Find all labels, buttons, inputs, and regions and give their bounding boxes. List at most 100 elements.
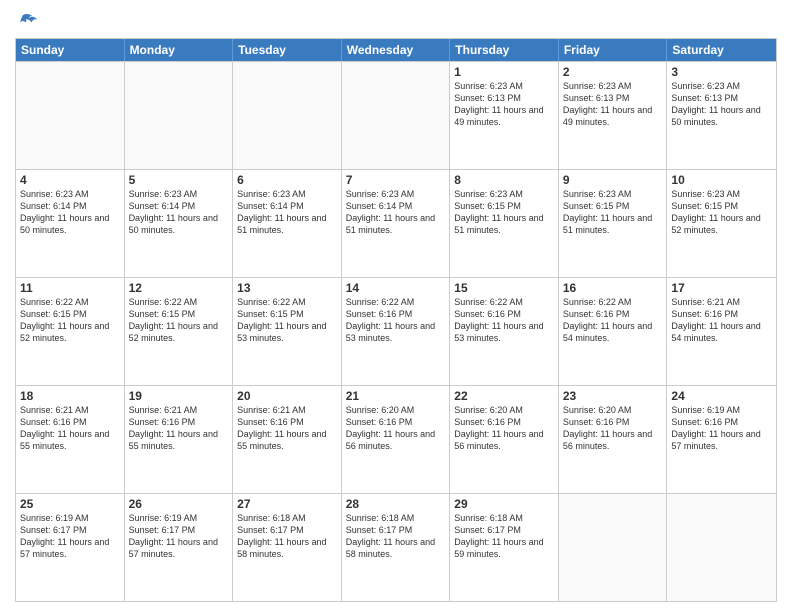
day-number: 20 [237,389,337,403]
calendar-cell: 23Sunrise: 6:20 AMSunset: 6:16 PMDayligh… [559,386,668,493]
calendar-cell: 15Sunrise: 6:22 AMSunset: 6:16 PMDayligh… [450,278,559,385]
cell-info: Sunrise: 6:23 AMSunset: 6:13 PMDaylight:… [454,80,554,129]
calendar-cell [342,62,451,169]
cell-info: Sunrise: 6:21 AMSunset: 6:16 PMDaylight:… [20,404,120,453]
cell-info: Sunrise: 6:23 AMSunset: 6:14 PMDaylight:… [20,188,120,237]
calendar-cell: 5Sunrise: 6:23 AMSunset: 6:14 PMDaylight… [125,170,234,277]
cell-info: Sunrise: 6:23 AMSunset: 6:14 PMDaylight:… [237,188,337,237]
cell-info: Sunrise: 6:22 AMSunset: 6:16 PMDaylight:… [454,296,554,345]
day-number: 26 [129,497,229,511]
day-number: 5 [129,173,229,187]
cell-info: Sunrise: 6:20 AMSunset: 6:16 PMDaylight:… [454,404,554,453]
calendar-cell [559,494,668,601]
day-number: 4 [20,173,120,187]
header [15,10,777,32]
calendar-cell: 14Sunrise: 6:22 AMSunset: 6:16 PMDayligh… [342,278,451,385]
calendar-row: 1Sunrise: 6:23 AMSunset: 6:13 PMDaylight… [16,61,776,169]
cell-info: Sunrise: 6:21 AMSunset: 6:16 PMDaylight:… [671,296,772,345]
day-number: 8 [454,173,554,187]
logo [15,14,39,32]
calendar-cell: 25Sunrise: 6:19 AMSunset: 6:17 PMDayligh… [16,494,125,601]
calendar-cell: 11Sunrise: 6:22 AMSunset: 6:15 PMDayligh… [16,278,125,385]
cell-info: Sunrise: 6:22 AMSunset: 6:15 PMDaylight:… [20,296,120,345]
cell-info: Sunrise: 6:19 AMSunset: 6:17 PMDaylight:… [129,512,229,561]
day-header-monday: Monday [125,39,234,61]
cell-info: Sunrise: 6:23 AMSunset: 6:13 PMDaylight:… [671,80,772,129]
calendar-header: SundayMondayTuesdayWednesdayThursdayFrid… [16,39,776,61]
calendar-cell: 27Sunrise: 6:18 AMSunset: 6:17 PMDayligh… [233,494,342,601]
day-number: 28 [346,497,446,511]
cell-info: Sunrise: 6:19 AMSunset: 6:16 PMDaylight:… [671,404,772,453]
calendar-cell: 1Sunrise: 6:23 AMSunset: 6:13 PMDaylight… [450,62,559,169]
cell-info: Sunrise: 6:23 AMSunset: 6:15 PMDaylight:… [671,188,772,237]
calendar-cell [233,62,342,169]
calendar-cell: 3Sunrise: 6:23 AMSunset: 6:13 PMDaylight… [667,62,776,169]
logo-bird-icon [17,10,39,32]
calendar-cell: 18Sunrise: 6:21 AMSunset: 6:16 PMDayligh… [16,386,125,493]
calendar-cell [16,62,125,169]
cell-info: Sunrise: 6:22 AMSunset: 6:15 PMDaylight:… [237,296,337,345]
day-header-saturday: Saturday [667,39,776,61]
calendar-cell: 28Sunrise: 6:18 AMSunset: 6:17 PMDayligh… [342,494,451,601]
calendar-row: 18Sunrise: 6:21 AMSunset: 6:16 PMDayligh… [16,385,776,493]
cell-info: Sunrise: 6:22 AMSunset: 6:16 PMDaylight:… [346,296,446,345]
cell-info: Sunrise: 6:20 AMSunset: 6:16 PMDaylight:… [563,404,663,453]
calendar-cell: 12Sunrise: 6:22 AMSunset: 6:15 PMDayligh… [125,278,234,385]
day-number: 19 [129,389,229,403]
calendar: SundayMondayTuesdayWednesdayThursdayFrid… [15,38,777,602]
calendar-cell: 17Sunrise: 6:21 AMSunset: 6:16 PMDayligh… [667,278,776,385]
cell-info: Sunrise: 6:21 AMSunset: 6:16 PMDaylight:… [237,404,337,453]
day-number: 3 [671,65,772,79]
day-number: 10 [671,173,772,187]
day-number: 13 [237,281,337,295]
cell-info: Sunrise: 6:19 AMSunset: 6:17 PMDaylight:… [20,512,120,561]
cell-info: Sunrise: 6:18 AMSunset: 6:17 PMDaylight:… [237,512,337,561]
day-number: 1 [454,65,554,79]
day-number: 25 [20,497,120,511]
day-number: 11 [20,281,120,295]
day-number: 23 [563,389,663,403]
calendar-cell: 20Sunrise: 6:21 AMSunset: 6:16 PMDayligh… [233,386,342,493]
day-number: 22 [454,389,554,403]
calendar-row: 11Sunrise: 6:22 AMSunset: 6:15 PMDayligh… [16,277,776,385]
cell-info: Sunrise: 6:22 AMSunset: 6:15 PMDaylight:… [129,296,229,345]
calendar-cell: 8Sunrise: 6:23 AMSunset: 6:15 PMDaylight… [450,170,559,277]
cell-info: Sunrise: 6:23 AMSunset: 6:14 PMDaylight:… [129,188,229,237]
calendar-cell: 22Sunrise: 6:20 AMSunset: 6:16 PMDayligh… [450,386,559,493]
calendar-cell: 19Sunrise: 6:21 AMSunset: 6:16 PMDayligh… [125,386,234,493]
day-number: 9 [563,173,663,187]
calendar-body: 1Sunrise: 6:23 AMSunset: 6:13 PMDaylight… [16,61,776,601]
calendar-cell: 13Sunrise: 6:22 AMSunset: 6:15 PMDayligh… [233,278,342,385]
day-number: 17 [671,281,772,295]
cell-info: Sunrise: 6:23 AMSunset: 6:14 PMDaylight:… [346,188,446,237]
day-number: 21 [346,389,446,403]
calendar-cell: 24Sunrise: 6:19 AMSunset: 6:16 PMDayligh… [667,386,776,493]
calendar-row: 25Sunrise: 6:19 AMSunset: 6:17 PMDayligh… [16,493,776,601]
day-number: 18 [20,389,120,403]
day-header-friday: Friday [559,39,668,61]
cell-info: Sunrise: 6:23 AMSunset: 6:15 PMDaylight:… [454,188,554,237]
calendar-cell [125,62,234,169]
day-number: 6 [237,173,337,187]
page: SundayMondayTuesdayWednesdayThursdayFrid… [0,0,792,612]
day-number: 2 [563,65,663,79]
day-number: 24 [671,389,772,403]
calendar-cell: 10Sunrise: 6:23 AMSunset: 6:15 PMDayligh… [667,170,776,277]
calendar-cell: 4Sunrise: 6:23 AMSunset: 6:14 PMDaylight… [16,170,125,277]
calendar-cell: 9Sunrise: 6:23 AMSunset: 6:15 PMDaylight… [559,170,668,277]
cell-info: Sunrise: 6:18 AMSunset: 6:17 PMDaylight:… [454,512,554,561]
calendar-cell: 7Sunrise: 6:23 AMSunset: 6:14 PMDaylight… [342,170,451,277]
cell-info: Sunrise: 6:21 AMSunset: 6:16 PMDaylight:… [129,404,229,453]
day-number: 14 [346,281,446,295]
calendar-row: 4Sunrise: 6:23 AMSunset: 6:14 PMDaylight… [16,169,776,277]
day-number: 16 [563,281,663,295]
cell-info: Sunrise: 6:20 AMSunset: 6:16 PMDaylight:… [346,404,446,453]
calendar-cell: 16Sunrise: 6:22 AMSunset: 6:16 PMDayligh… [559,278,668,385]
calendar-cell: 21Sunrise: 6:20 AMSunset: 6:16 PMDayligh… [342,386,451,493]
calendar-cell: 29Sunrise: 6:18 AMSunset: 6:17 PMDayligh… [450,494,559,601]
day-number: 27 [237,497,337,511]
cell-info: Sunrise: 6:23 AMSunset: 6:15 PMDaylight:… [563,188,663,237]
calendar-cell: 2Sunrise: 6:23 AMSunset: 6:13 PMDaylight… [559,62,668,169]
day-header-sunday: Sunday [16,39,125,61]
day-header-wednesday: Wednesday [342,39,451,61]
